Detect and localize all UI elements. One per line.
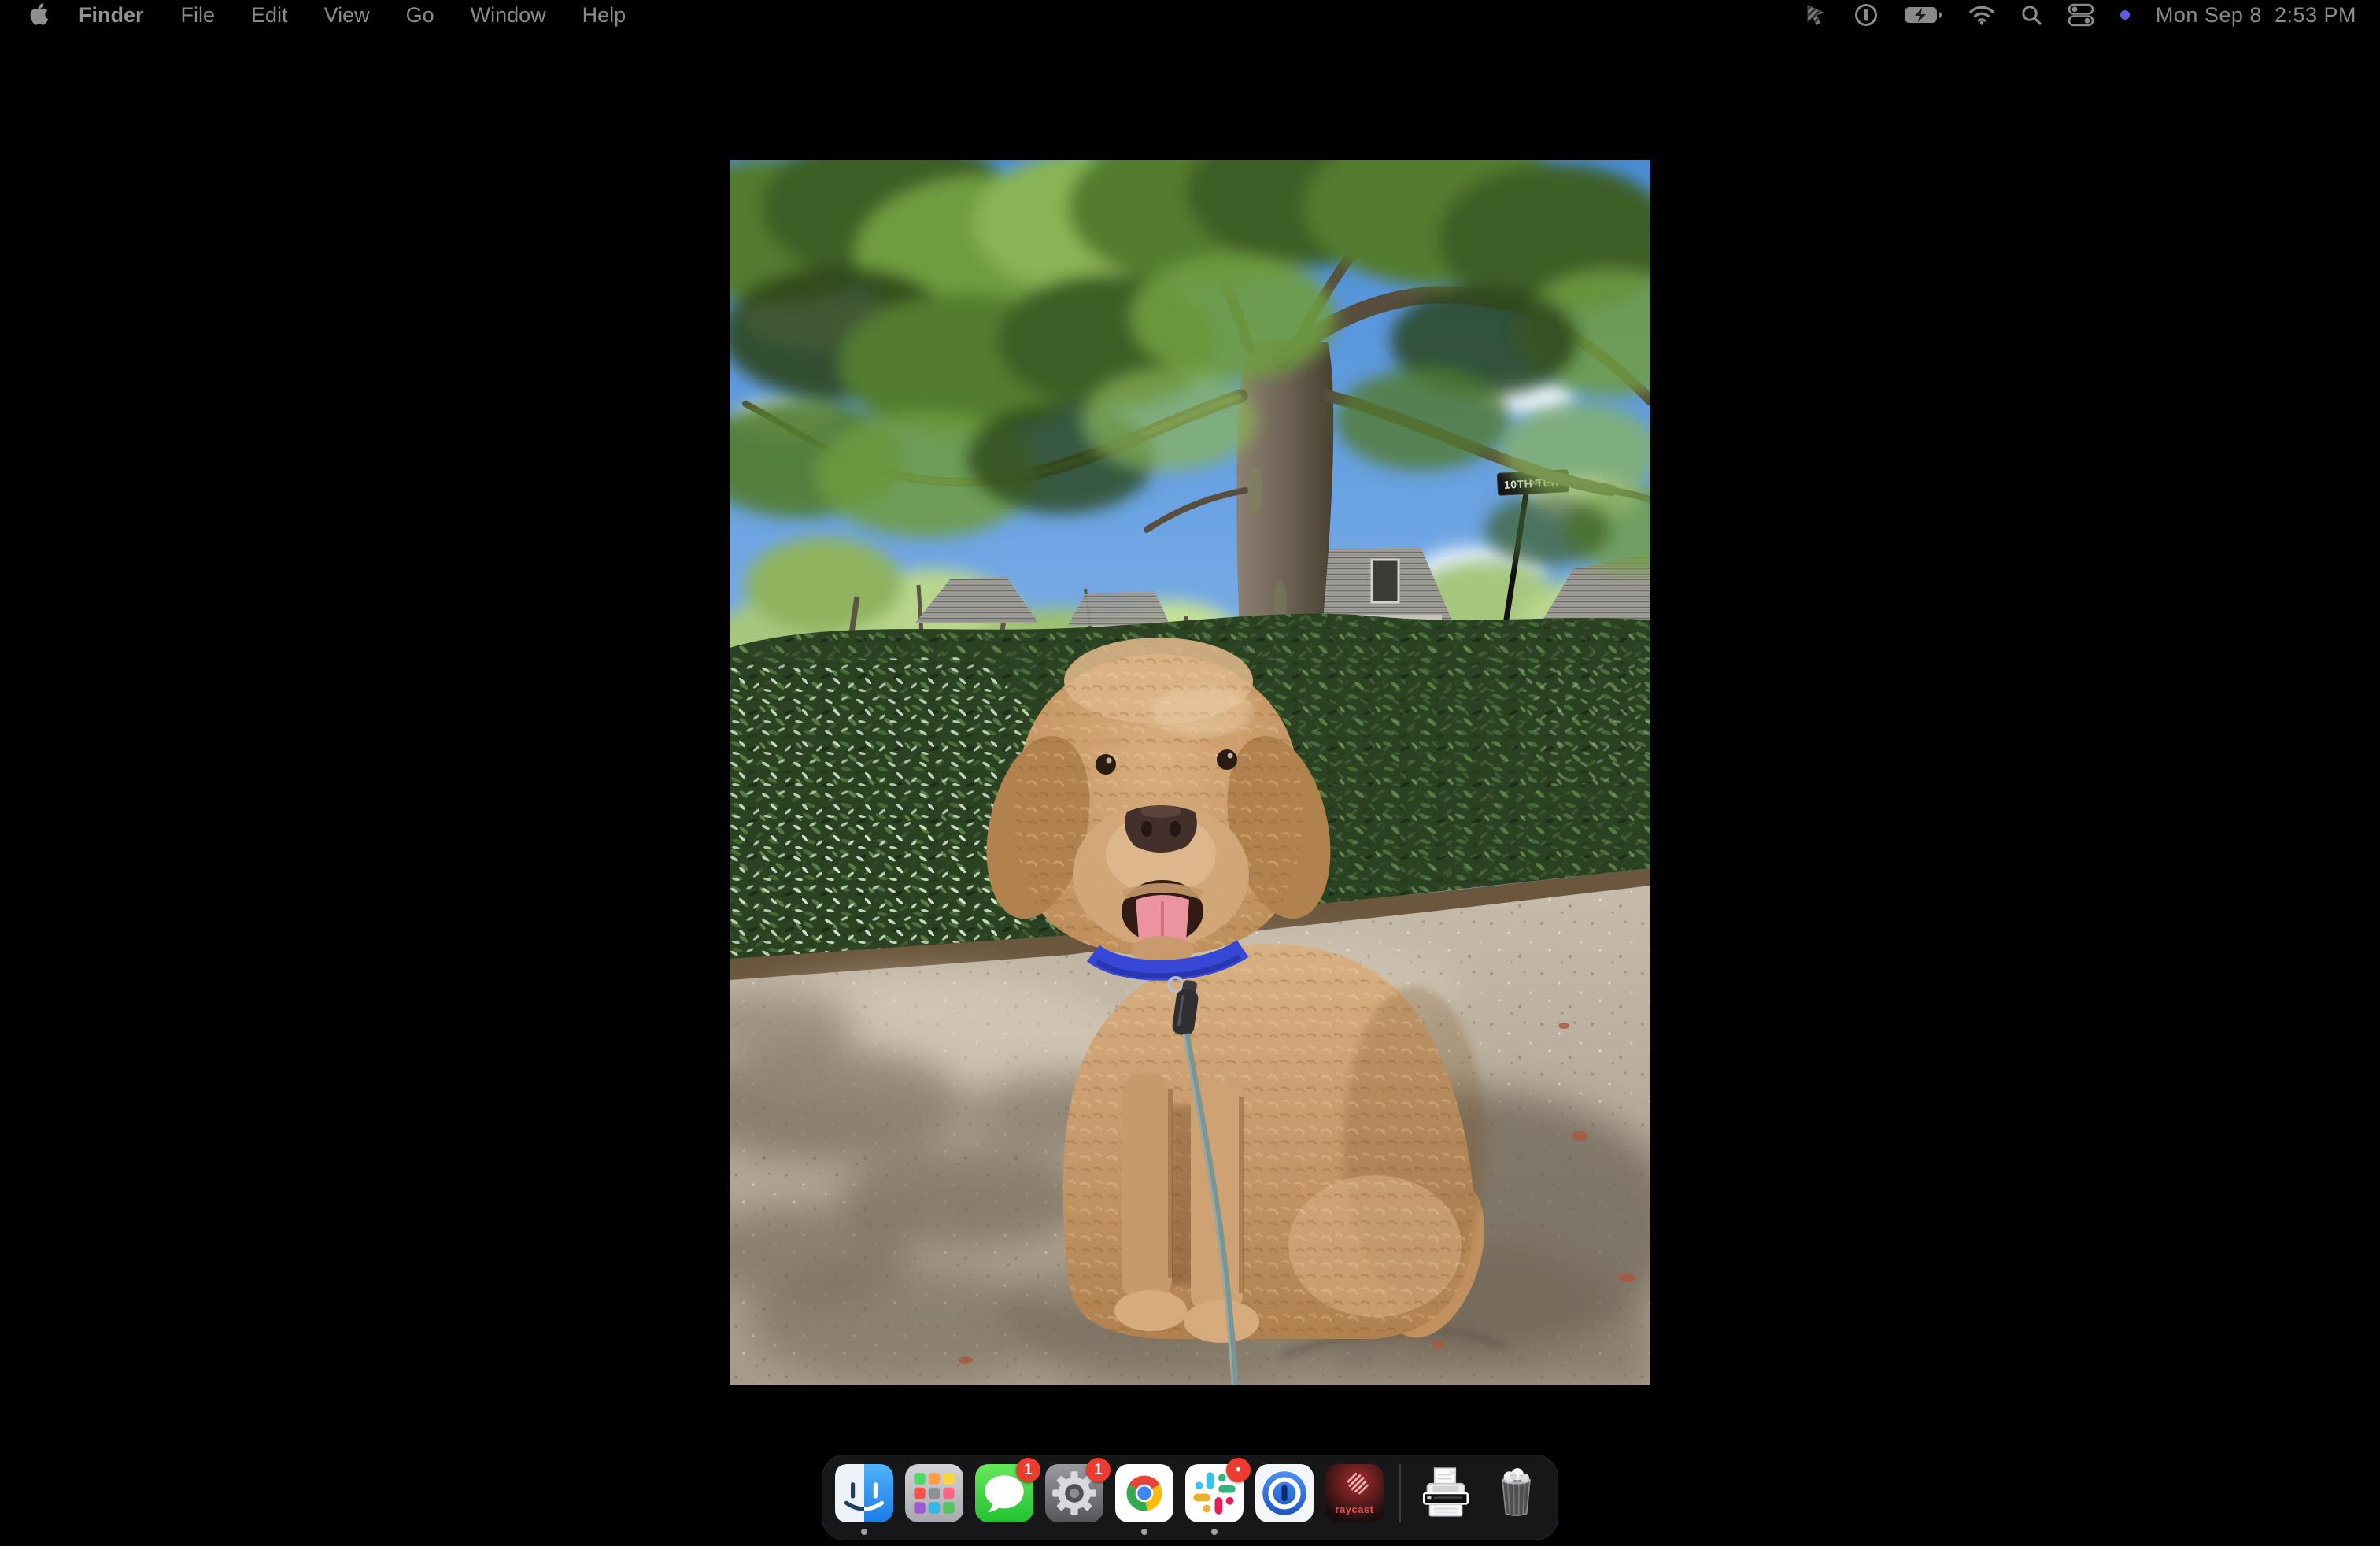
dog-photo: 10TH TER 900 - 1014 [730, 160, 1650, 1385]
dock-item-messages[interactable]: 1 [975, 1464, 1033, 1522]
dock-item-trash[interactable] [1487, 1464, 1545, 1522]
dock-item-raycast[interactable]: raycast [1325, 1464, 1384, 1522]
dock-separator [1399, 1464, 1401, 1522]
battery-status-icon[interactable] [1904, 6, 1943, 24]
active-app-name[interactable]: Finder [60, 3, 163, 28]
onepassword-icon [1255, 1464, 1314, 1522]
running-indicator [861, 1529, 867, 1535]
running-indicator [1141, 1529, 1148, 1535]
dock-item-printer[interactable] [1417, 1464, 1475, 1522]
control-center-icon [2068, 3, 2094, 27]
onepassword-ring-icon [1853, 2, 1879, 28]
menu-edit[interactable]: Edit [233, 3, 306, 28]
dock-item-chrome[interactable] [1115, 1464, 1173, 1522]
chrome-icon [1115, 1464, 1173, 1522]
apple-menu[interactable] [28, 3, 49, 27]
trash-full-icon [1487, 1464, 1545, 1522]
menubar-clock[interactable]: Mon Sep 8 2:53 PM [2156, 3, 2356, 28]
recording-status-dot[interactable] [2119, 9, 2131, 20]
notification-badge: • [1226, 1458, 1251, 1482]
menu-bar: Finder File Edit View Go Window Help [0, 0, 2380, 30]
spotlight-search-icon[interactable] [2020, 4, 2042, 26]
desktop-photo: 10TH TER 900 - 1014 [730, 160, 1650, 1385]
launchpad-icon [905, 1464, 963, 1522]
dock-item-launchpad[interactable] [905, 1464, 963, 1522]
dock-item-system-settings[interactable]: 1 [1045, 1464, 1103, 1522]
finder-icon [835, 1464, 893, 1522]
running-indicator [1211, 1529, 1218, 1535]
menu-window[interactable]: Window [453, 3, 564, 28]
cursor-arrow-icon [1803, 2, 1828, 28]
onepassword-status-icon[interactable] [1853, 2, 1879, 28]
dock-item-finder[interactable] [835, 1464, 893, 1522]
menu-view[interactable]: View [306, 3, 388, 28]
dock: 1 [822, 1455, 1558, 1540]
dock-item-slack[interactable]: • [1185, 1464, 1244, 1522]
menu-go[interactable]: Go [388, 3, 453, 28]
control-center-status-icon[interactable] [2068, 3, 2094, 27]
printer-icon [1417, 1464, 1475, 1522]
dock-item-1password[interactable] [1255, 1464, 1314, 1522]
purple-dot-icon [2119, 9, 2131, 20]
search-icon [2020, 4, 2042, 26]
menu-help[interactable]: Help [564, 3, 645, 28]
menu-file[interactable]: File [163, 3, 234, 28]
notification-badge: 1 [1016, 1458, 1040, 1482]
battery-charging-icon [1904, 6, 1943, 24]
wifi-status-icon[interactable] [1968, 5, 1995, 25]
notification-badge: 1 [1086, 1458, 1111, 1482]
wifi-icon [1968, 5, 1995, 25]
apple-logo-icon [28, 3, 49, 27]
raycast-label: raycast [1325, 1503, 1384, 1515]
menubar-status-area: Mon Sep 8 2:53 PM [1803, 2, 2356, 28]
striped-cursor-status-icon[interactable] [1803, 2, 1828, 28]
